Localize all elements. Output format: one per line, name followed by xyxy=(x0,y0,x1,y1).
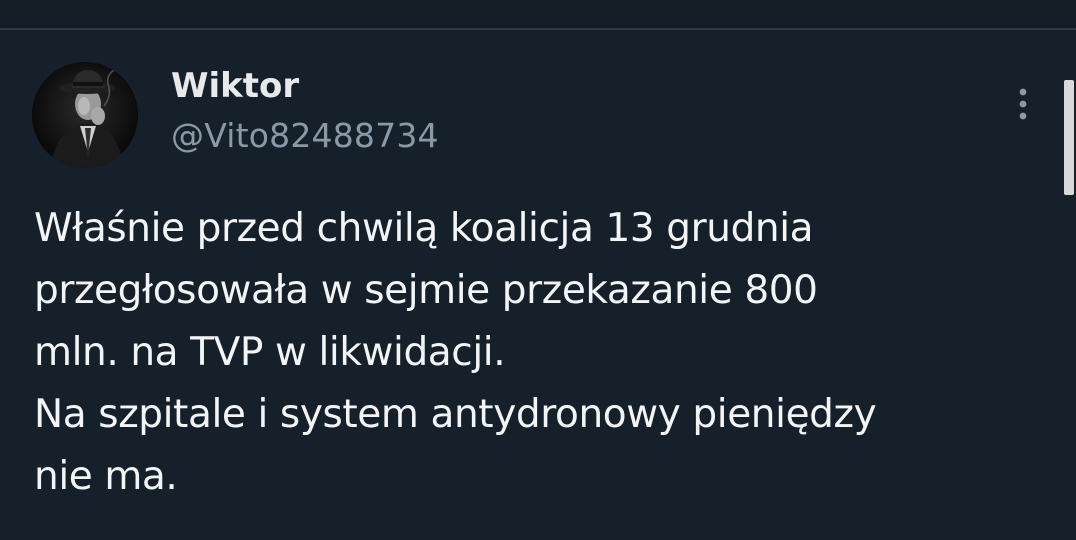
avatar-photo-icon xyxy=(32,62,138,168)
tweet-text-line: przegłosowała w sejmie przekazanie 800 xyxy=(34,268,818,313)
tweet-text-line: nie ma. xyxy=(34,454,178,499)
header-divider xyxy=(0,28,1076,30)
more-vertical-icon xyxy=(1019,88,1027,120)
tweet-body: Właśnie przed chwilą koalicja 13 grudnia… xyxy=(34,198,1054,508)
tweet-text-line: Właśnie przed chwilą koalicja 13 grudnia xyxy=(34,206,814,251)
more-options-button[interactable] xyxy=(1008,84,1038,124)
tweet-text-line: Na szpitale i system antydronowy pienięd… xyxy=(34,392,877,437)
avatar[interactable] xyxy=(32,62,138,168)
top-header-bar xyxy=(0,0,1076,28)
scrollbar-thumb[interactable] xyxy=(1064,80,1074,195)
tweet-text-line: mln. na TVP w likwidacji. xyxy=(34,330,506,375)
author-display-name[interactable]: Wiktor xyxy=(171,66,299,106)
author-handle[interactable]: @Vito82488734 xyxy=(171,116,439,156)
